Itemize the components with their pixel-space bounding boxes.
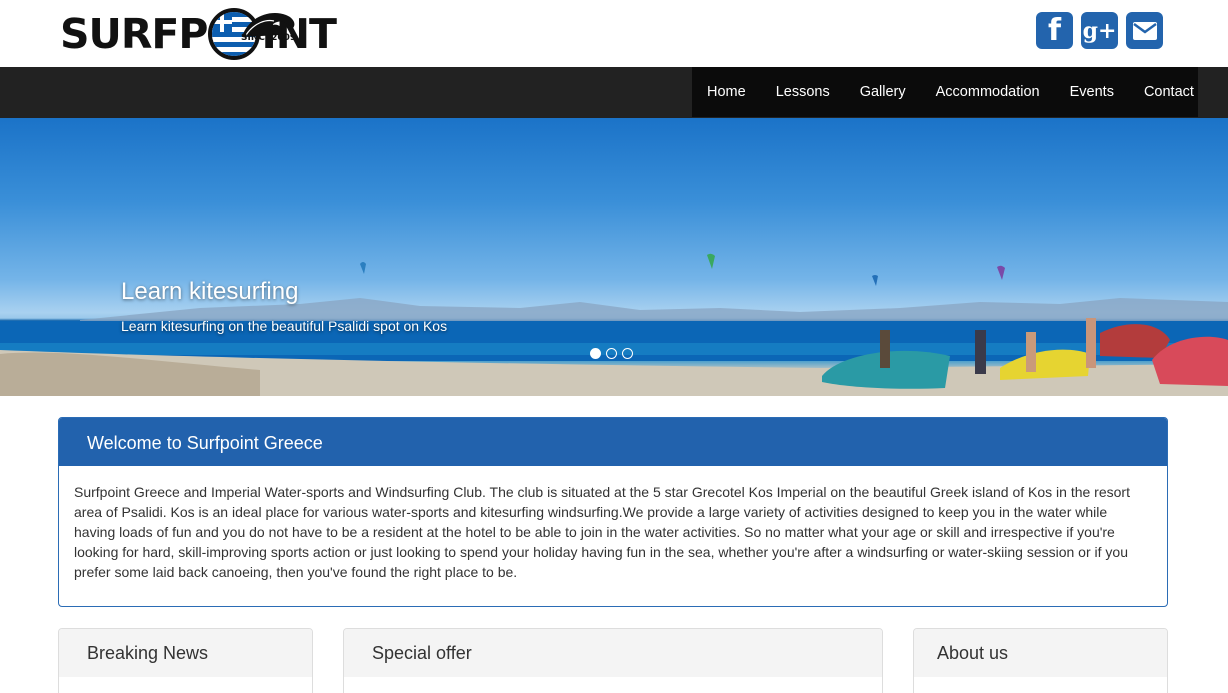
- site-header: SURFP INT SINCE2009 f g+: [0, 0, 1228, 67]
- main-navbar: Home Lessons Gallery Accommodation Event…: [0, 67, 1228, 118]
- nav-item-contact[interactable]: Contact: [1144, 84, 1194, 100]
- breaking-news-panel: Breaking News: [58, 628, 313, 693]
- hero-title: Learn kitesurfing: [121, 278, 299, 305]
- nav-item-gallery[interactable]: Gallery: [860, 84, 906, 100]
- nav-item-lessons[interactable]: Lessons: [776, 84, 830, 100]
- google-plus-icon[interactable]: g+: [1081, 12, 1118, 49]
- welcome-title: Welcome to Surfpoint Greece: [59, 418, 1167, 466]
- welcome-text: Surfpoint Greece and Imperial Water-spor…: [74, 484, 1130, 580]
- carousel-dot-2[interactable]: [606, 348, 617, 359]
- about-us-panel: About us: [913, 628, 1168, 693]
- nav-menu: Home Lessons Gallery Accommodation Event…: [692, 67, 1198, 117]
- nav-item-home[interactable]: Home: [707, 84, 746, 100]
- envelope-icon[interactable]: [1126, 12, 1163, 49]
- carousel-dot-3[interactable]: [622, 348, 633, 359]
- welcome-panel: Welcome to Surfpoint Greece Surfpoint Gr…: [58, 417, 1168, 607]
- about-us-title: About us: [914, 629, 1167, 677]
- facebook-icon[interactable]: f: [1036, 12, 1073, 49]
- hero-carousel[interactable]: Learn kitesurfing Learn kitesurfing on t…: [0, 118, 1228, 396]
- hero-subtitle: Learn kitesurfing on the beautiful Psali…: [121, 318, 448, 334]
- carousel-indicators: [590, 348, 633, 359]
- nav-item-events[interactable]: Events: [1070, 84, 1114, 100]
- logo-since-text: SINCE2009: [241, 33, 297, 43]
- carousel-dot-1[interactable]: [590, 348, 601, 359]
- breaking-news-title: Breaking News: [59, 629, 312, 677]
- special-offer-panel: Special offer: [343, 628, 883, 693]
- nav-item-accommodation[interactable]: Accommodation: [936, 84, 1040, 100]
- special-offer-title: Special offer: [344, 629, 882, 677]
- logo-text-start: SURFP: [60, 9, 208, 58]
